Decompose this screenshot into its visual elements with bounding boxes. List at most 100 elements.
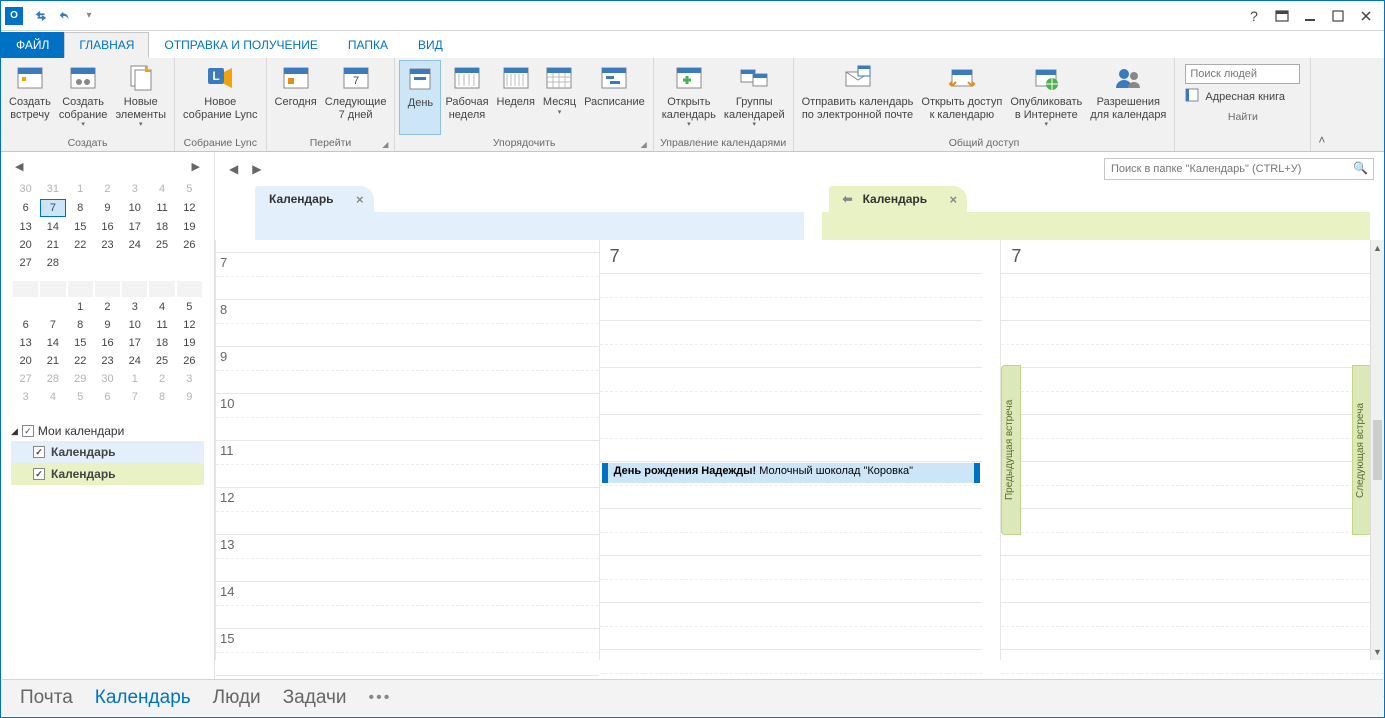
minical-day[interactable] <box>40 299 65 315</box>
minical-day[interactable]: 14 <box>40 335 65 351</box>
time-slot[interactable] <box>600 509 983 556</box>
dialog-launcher-icon[interactable]: ◢ <box>641 140 647 149</box>
share-calendar-button[interactable]: Открыть доступ к календарю <box>917 60 1006 135</box>
checkbox-icon[interactable]: ✓ <box>33 446 45 458</box>
minical-day[interactable]: 28 <box>40 371 65 387</box>
schedule-view-button[interactable]: Расписание <box>580 60 649 135</box>
minical-day[interactable]: 7 <box>40 317 65 333</box>
new-items-button[interactable]: Новые элементы▾ <box>111 60 170 135</box>
calendar-item-2[interactable]: ✓ Календарь <box>11 463 204 485</box>
minical-day[interactable]: 18 <box>149 219 174 235</box>
minical-day[interactable]: 18 <box>149 335 174 351</box>
minical-day[interactable]: 19 <box>177 335 202 351</box>
minical-day[interactable]: 30 <box>95 371 120 387</box>
minical-day[interactable]: 23 <box>95 237 120 253</box>
nav-tasks[interactable]: Задачи <box>283 687 347 709</box>
prev-day-button[interactable]: ◀ <box>225 160 242 178</box>
minical-day[interactable]: 2 <box>95 299 120 315</box>
qat-sendreceive-icon[interactable] <box>31 6 51 26</box>
time-slot[interactable] <box>600 274 983 321</box>
minical-day[interactable]: 29 <box>68 371 93 387</box>
minical-day[interactable]: 27 <box>13 255 38 271</box>
minical-day[interactable]: 1 <box>68 299 93 315</box>
minical-day[interactable]: 4 <box>40 389 65 405</box>
minical-day[interactable]: 12 <box>177 199 202 217</box>
minical-day[interactable] <box>13 299 38 315</box>
scroll-thumb[interactable] <box>1373 420 1382 480</box>
minical-day[interactable]: 11 <box>149 317 174 333</box>
minical-day[interactable]: 2 <box>149 371 174 387</box>
qat-undo-icon[interactable] <box>55 6 75 26</box>
minical-day[interactable]: 12 <box>177 317 202 333</box>
tab-file[interactable]: ФАЙЛ <box>1 32 64 58</box>
minical-day[interactable]: 4 <box>149 181 174 197</box>
time-slot[interactable] <box>1001 321 1384 368</box>
minical-day[interactable]: 5 <box>68 389 93 405</box>
minical-day[interactable]: 10 <box>122 317 147 333</box>
minical-day[interactable]: 3 <box>177 371 202 387</box>
minical-day[interactable]: 15 <box>68 219 93 235</box>
calendar-search-input[interactable] <box>1104 158 1374 180</box>
minical-day[interactable]: 9 <box>95 317 120 333</box>
minical-day[interactable]: 19 <box>177 219 202 235</box>
month-button[interactable]: Месяц▾ <box>539 60 580 135</box>
time-slot[interactable] <box>600 556 983 603</box>
calendar-permissions-button[interactable]: Разрешения для календаря <box>1086 60 1170 135</box>
mini-calendar-2[interactable]: 1234567891011121314151617181920212223242… <box>11 279 204 407</box>
minimize-button[interactable] <box>1298 4 1322 28</box>
minical-day[interactable]: 6 <box>13 199 38 217</box>
minical-day[interactable]: 10 <box>122 199 147 217</box>
day-column-1[interactable]: 7 День рождения Надежды! Молочный шокола… <box>599 240 983 660</box>
my-calendars-group[interactable]: ◢ ✓ Мои календари <box>11 421 204 441</box>
tab-view[interactable]: ВИД <box>403 32 458 58</box>
minical-day[interactable]: 7 <box>40 199 65 217</box>
calendar-groups-button[interactable]: Группы календарей▾ <box>720 60 789 135</box>
prev-meeting-tab[interactable]: Предыдущая встреча <box>1001 365 1021 535</box>
calendar-item-1[interactable]: ✓ Календарь <box>11 441 204 463</box>
minical-day[interactable] <box>95 255 120 271</box>
minical-day[interactable]: 25 <box>149 237 174 253</box>
minical-day[interactable]: 13 <box>13 335 38 351</box>
minical-day[interactable]: 31 <box>40 181 65 197</box>
address-book-button[interactable]: Адресная книга <box>1185 88 1300 105</box>
email-calendar-button[interactable]: Отправить календарь по электронной почте <box>798 60 918 135</box>
minical-day[interactable] <box>122 255 147 271</box>
minical-day[interactable]: 28 <box>40 255 65 271</box>
minical-day[interactable] <box>177 255 202 271</box>
checkbox-icon[interactable]: ✓ <box>22 425 34 437</box>
new-lync-meeting-button[interactable]: L Новое собрание Lync <box>179 60 262 135</box>
minical-day[interactable]: 26 <box>177 237 202 253</box>
qat-customize-icon[interactable]: ▾ <box>79 6 99 26</box>
scroll-down-icon[interactable]: ▼ <box>1371 644 1384 660</box>
close-tab-icon[interactable]: × <box>356 192 364 207</box>
minical-day[interactable]: 9 <box>177 389 202 405</box>
minical-day[interactable]: 14 <box>40 219 65 235</box>
next-7-days-button[interactable]: 7 Следующие 7 дней <box>321 60 391 135</box>
time-slot[interactable] <box>1001 462 1384 509</box>
vertical-scrollbar[interactable]: ▲ ▼ <box>1370 240 1384 660</box>
minical-day[interactable]: 24 <box>122 353 147 369</box>
scroll-up-icon[interactable]: ▲ <box>1371 240 1384 256</box>
next-day-button[interactable]: ▶ <box>248 160 265 178</box>
checkbox-icon[interactable]: ✓ <box>33 468 45 480</box>
arrow-left-icon[interactable]: ⬅ <box>843 192 853 206</box>
minical-day[interactable]: 22 <box>68 237 93 253</box>
minical-day[interactable]: 20 <box>13 353 38 369</box>
minical-day[interactable]: 20 <box>13 237 38 253</box>
day-column-2[interactable]: 7 Предыдущая встреча <box>1000 240 1384 660</box>
collapse-ribbon-button[interactable]: ˄ <box>1310 58 1332 151</box>
time-slot[interactable] <box>600 415 983 462</box>
nav-mail[interactable]: Почта <box>20 687 73 709</box>
minical-day[interactable]: 22 <box>68 353 93 369</box>
today-button[interactable]: Сегодня <box>271 60 321 135</box>
time-slot[interactable] <box>600 603 983 650</box>
tab-home[interactable]: ГЛАВНАЯ <box>64 32 149 58</box>
minical-day[interactable]: 16 <box>95 335 120 351</box>
minical-day[interactable]: 25 <box>149 353 174 369</box>
minical-day[interactable]: 1 <box>122 371 147 387</box>
next-meeting-tab[interactable]: Следующая встреча <box>1352 365 1372 535</box>
minical-prev-button[interactable]: ◀ <box>15 160 23 173</box>
find-people-input[interactable] <box>1185 64 1300 84</box>
minical-day[interactable]: 1 <box>68 181 93 197</box>
time-slot[interactable] <box>1001 509 1384 556</box>
